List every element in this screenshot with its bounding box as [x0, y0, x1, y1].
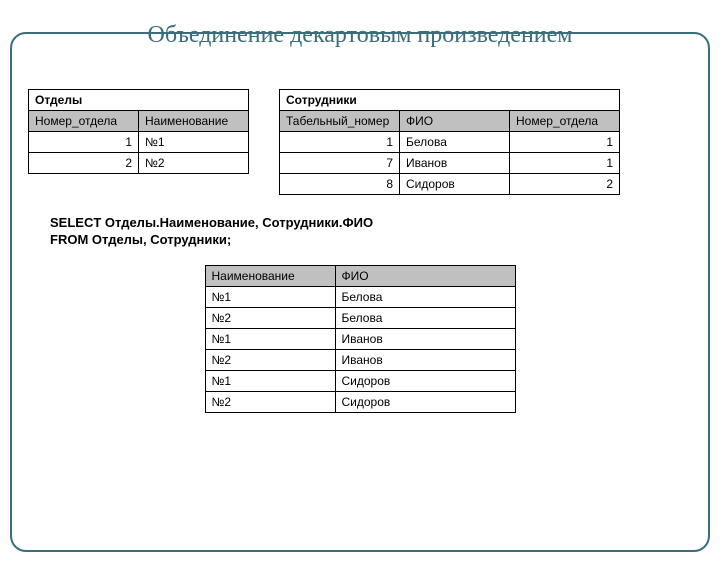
- slide-frame: [10, 32, 710, 552]
